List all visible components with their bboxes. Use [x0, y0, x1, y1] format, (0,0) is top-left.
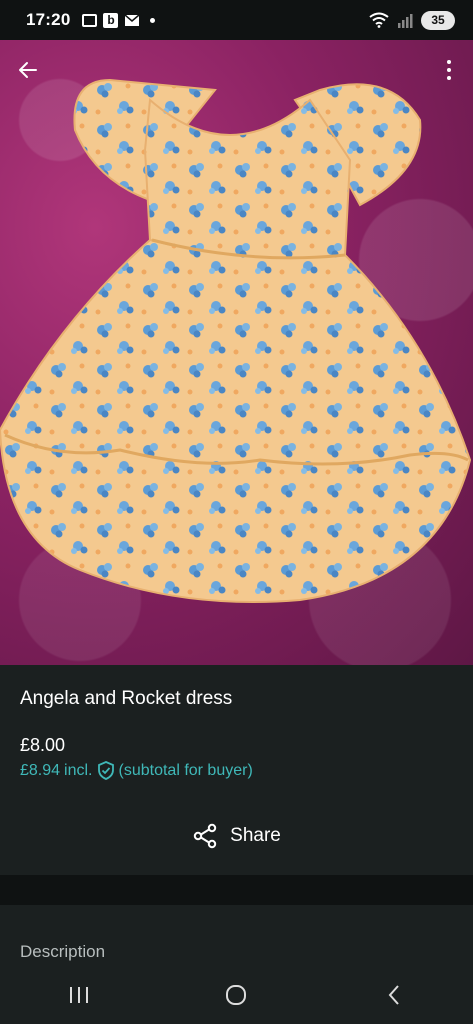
share-button[interactable]: Share — [0, 823, 473, 849]
share-icon — [193, 823, 217, 849]
wifi-icon — [369, 12, 389, 28]
listing-info: Angela and Rocket dress £8.00 £8.94 incl… — [0, 665, 473, 875]
more-dot-icon — [447, 76, 451, 80]
description-heading: Description — [20, 942, 106, 961]
status-time: 17:20 — [26, 10, 71, 29]
description-section: Description — [0, 905, 473, 965]
dot-icon — [150, 17, 156, 23]
listing-title: Angela and Rocket dress — [20, 688, 233, 709]
buyer-price[interactable]: £8.94 incl. (subtotal for buyer) — [20, 761, 253, 780]
more-options-button[interactable] — [439, 54, 459, 86]
back-button[interactable] — [12, 54, 44, 86]
subtotal-label: (subtotal for buyer) — [118, 761, 253, 779]
arrow-left-icon — [19, 62, 37, 78]
recents-button[interactable] — [49, 975, 109, 1015]
status-bar: 17:20 b 35 — [0, 0, 473, 40]
home-icon — [226, 984, 247, 1005]
share-label: Share — [230, 825, 281, 846]
notification-icons: b — [82, 12, 156, 28]
shield-check-icon — [97, 761, 114, 780]
recents-icon — [69, 986, 88, 1003]
status-right: 35 — [369, 10, 455, 30]
signal-icon — [398, 13, 413, 28]
section-divider — [0, 875, 473, 905]
chevron-left-icon — [388, 984, 399, 1005]
mail-icon — [124, 13, 140, 26]
buyer-price-value: £8.94 — [20, 761, 61, 779]
more-dot-icon — [447, 60, 451, 64]
product-photo[interactable] — [0, 40, 473, 665]
system-nav-bar — [0, 965, 473, 1024]
system-back-button[interactable] — [364, 975, 424, 1015]
home-button[interactable] — [206, 975, 266, 1015]
more-dot-icon — [447, 68, 451, 72]
listing-price: £8.00 — [20, 735, 66, 755]
dress-image — [0, 78, 472, 603]
screenshot-icon — [82, 13, 98, 27]
incl-label: incl. — [64, 761, 93, 779]
b-app-icon: b — [103, 12, 119, 28]
battery-indicator: 35 — [421, 10, 455, 30]
